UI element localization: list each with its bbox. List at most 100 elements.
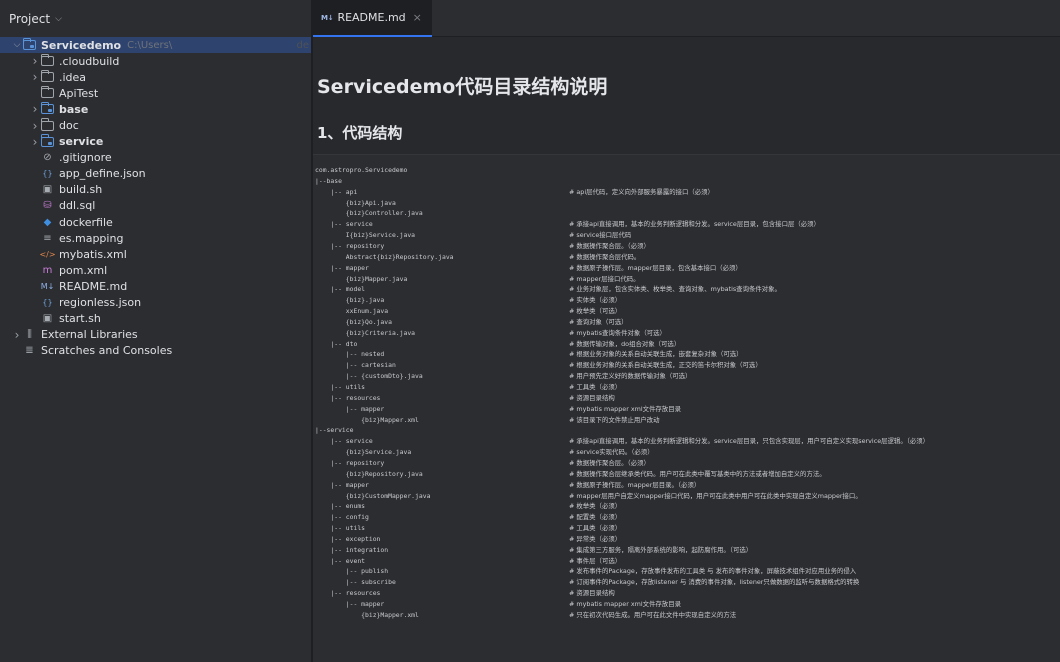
close-icon[interactable]: ×	[413, 11, 422, 24]
code-line: {biz}CustomMapper.java	[315, 491, 431, 500]
module-folder-icon	[40, 102, 55, 115]
ignore-icon: ⊘	[43, 152, 52, 164]
tree-item-start-sh[interactable]: ▣ start.sh	[0, 311, 311, 327]
tree-item-doc[interactable]: › doc	[0, 117, 311, 133]
code-comment: # 根据业务对象的关系自动关联生成，嵌套复杂对象（可选）	[569, 350, 743, 359]
code-line: |-- cartesian	[315, 361, 396, 370]
code-comment: # 资源目录结构	[569, 393, 615, 402]
tree-item-dockerfile[interactable]: ◆ dockerfile	[0, 214, 311, 230]
code-line: {biz}Qo.java	[315, 317, 392, 326]
code-comment: # 实体类（必须）	[569, 296, 622, 305]
tree-item-es-mapping[interactable]: ≡ es.mapping	[0, 230, 311, 246]
tree-item-label: .cloudbuild	[59, 54, 120, 68]
code-comment: # 数据传输对象，do组合对象（可选）	[569, 339, 681, 348]
tab-readme[interactable]: M↓ README.md ×	[313, 0, 432, 37]
code-line: {biz}Repository.java	[315, 469, 423, 478]
tree-item-readme-md[interactable]: M↓ README.md	[0, 278, 311, 294]
code-comment: # 工具类（必须）	[569, 524, 622, 533]
code-comment: # 发布事件的Package，存放事件发布的工具类 与 发布的事件对象，屏蔽技术…	[569, 567, 857, 576]
code-line: |-- exception	[315, 534, 381, 543]
code-line: {biz}.java	[315, 296, 385, 305]
code-comment: # 枚举类（必须）	[569, 502, 622, 511]
tree-item-label: Servicedemo	[41, 38, 122, 52]
code-comment: # 数据操作聚合层代码。	[569, 252, 641, 261]
code-comment: # mybatis mapper xml文件存放目录	[569, 404, 681, 413]
maven-icon: m	[42, 264, 53, 276]
tree-item-label: service	[59, 135, 104, 149]
tree-item-gitignore[interactable]: ⊘ .gitignore	[0, 150, 311, 166]
tree-item-regionless-json[interactable]: {} regionless.json	[0, 295, 311, 311]
chevron-right-icon[interactable]: ›	[30, 70, 40, 84]
chevron-down-icon[interactable]: ⌵	[12, 40, 22, 50]
tree-item-app-define-json[interactable]: {} app_define.json	[0, 166, 311, 182]
markdown-preview[interactable]: Servicedemo代码目录结构说明 1、代码结构 com.astropro.…	[313, 37, 1060, 662]
tree-item-mybatis-xml[interactable]: </> mybatis.xml	[0, 246, 311, 262]
chevron-right-icon[interactable]: ›	[12, 328, 22, 342]
code-comment: # 数据操作聚合层。（必须）	[569, 458, 650, 467]
tree-item-base[interactable]: › base	[0, 101, 311, 117]
code-comment: # 承接api直接调用，基本的业务判断逻辑和分发。service层目录，包含接口…	[569, 220, 820, 229]
database-icon: ⛁	[43, 200, 52, 212]
tree-item-servicedemo[interactable]: ⌵ Servicedemo C:\Users\ de	[0, 37, 311, 54]
project-panel-header[interactable]: Project ⌵	[0, 0, 311, 37]
code-line: |-- repository	[315, 458, 385, 467]
tree-item-label: mybatis.xml	[59, 247, 127, 261]
code-line: {biz}Api.java	[315, 198, 396, 207]
chevron-right-icon[interactable]: ›	[30, 119, 40, 133]
code-line: {biz}Service.java	[315, 448, 412, 457]
code-line: |-- nested	[315, 350, 385, 359]
folder-icon	[40, 118, 55, 132]
tree-item-label: dockerfile	[59, 215, 113, 229]
code-line: |-- mapper	[315, 600, 385, 608]
code-comment: # api层代码，定义向外部服务暴露的接口（必须）	[569, 187, 714, 196]
code-comment: # 数据操作聚合层。（必须）	[569, 241, 650, 250]
code-line: |-- config	[315, 513, 369, 522]
tree-item-label: ddl.sql	[59, 199, 96, 213]
tree-item-label: pom.xml	[59, 263, 108, 277]
tree-item-scratches-and-consoles[interactable]: ≣ Scratches and Consoles	[0, 343, 311, 359]
code-comment: # 枚举类（可选）	[569, 307, 622, 316]
tree-item-idea[interactable]: › .idea	[0, 69, 311, 85]
tree-item-label: .idea	[59, 70, 87, 84]
code-line: |-- resources	[315, 393, 381, 402]
chevron-right-icon[interactable]: ›	[30, 135, 40, 149]
chevron-right-icon[interactable]: ›	[30, 102, 40, 116]
tree-item-cloudbuild[interactable]: › .cloudbuild	[0, 53, 311, 69]
code-line: |-- resources	[315, 589, 381, 598]
markdown-icon: M↓	[40, 281, 55, 291]
tree-item-service[interactable]: › service	[0, 134, 311, 150]
code-comment: # 根据业务对象的关系自动关联生成，正交的笛卡尔积对象（可选）	[569, 361, 762, 370]
module-folder-icon	[40, 134, 55, 148]
tree-item-label: External Libraries	[41, 328, 138, 342]
tree-item-label: README.md	[59, 279, 128, 293]
code-comment: # service接口层代码	[569, 231, 632, 240]
code-comment: # mapper层用户自定义mapper接口代码，用户可在此类中用户可在此类中实…	[569, 491, 862, 500]
code-block[interactable]: com.astropro.Servicedemo |--base |-- api #…	[313, 154, 1060, 662]
tree-item-label: .gitignore	[59, 151, 112, 165]
chevron-right-icon[interactable]: ›	[30, 54, 40, 68]
tree-item-label: build.sh	[59, 183, 103, 197]
tree-item-label: app_define.json	[59, 167, 146, 181]
tree-item-ddl-sql[interactable]: ⛁ ddl.sql	[0, 198, 311, 214]
tab-label: README.md	[337, 11, 406, 24]
tree-item-apitest[interactable]: ApiTest	[0, 85, 311, 101]
tree-item-external-libraries[interactable]: › ⫼ External Libraries	[0, 327, 311, 343]
tree-item-pom-xml[interactable]: m pom.xml	[0, 262, 311, 278]
shell-icon: ▣	[42, 313, 53, 325]
module-folder-icon	[22, 37, 37, 51]
code-line: |-- event	[315, 556, 366, 565]
docker-icon: ◆	[43, 216, 52, 228]
code-comment: # 事件层（可选）	[569, 556, 622, 565]
code-comment: # 集成第三方服务，隔离外部系统的影响，起防腐作用。（可选）	[569, 545, 753, 554]
editor-area: M↓ README.md × Servicedemo代码目录结构说明 1、代码结…	[313, 0, 1060, 662]
tree-item-label: Scratches and Consoles	[41, 344, 173, 358]
code-line: |-- api	[315, 187, 358, 196]
code-comment: # 资源目录结构	[569, 589, 615, 598]
code-line: |-- utils	[315, 524, 366, 533]
tree-item-build-sh[interactable]: ▣ build.sh	[0, 182, 311, 198]
chevron-down-icon[interactable]: ⌵	[55, 14, 62, 24]
code-comment: # 用户预先定义好的数据传输对象（可选）	[569, 372, 692, 381]
section-heading: 1、代码结构	[317, 124, 403, 142]
code-line: |-- utils	[315, 383, 366, 391]
code-line: |-- {customDto}.java	[315, 372, 423, 381]
